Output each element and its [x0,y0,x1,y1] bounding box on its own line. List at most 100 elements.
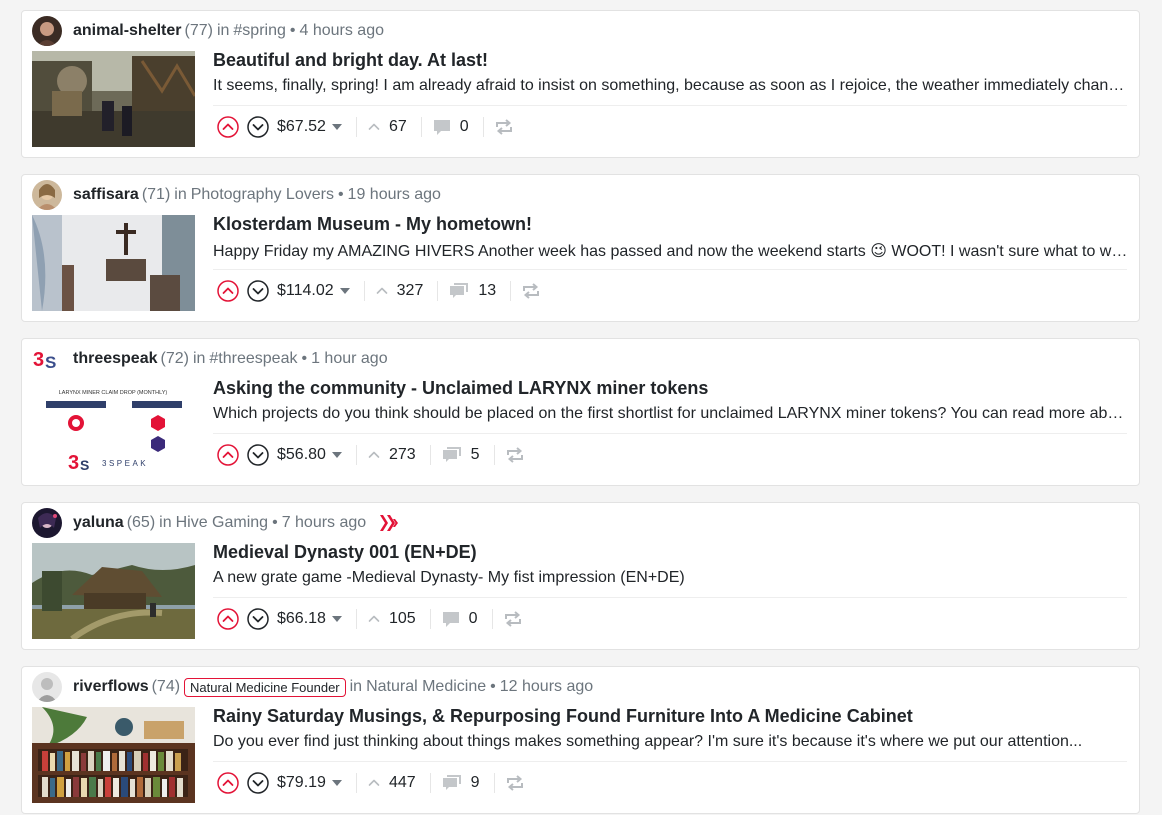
votes-value: 447 [388,774,416,791]
upvote-icon[interactable] [217,772,239,794]
community-link[interactable]: #spring [233,22,285,40]
author-avatar[interactable]: 3S [32,344,62,374]
post-card: yaluna (65) in Hive Gaming • 7 hours ago [21,502,1140,650]
payout-value[interactable]: $114.02 [277,282,350,300]
votes-count[interactable]: 273 [367,446,416,464]
hive-logo-icon [380,515,399,531]
divider [363,281,365,301]
post-card: saffisara (71) in Photography Lovers • 1… [21,174,1140,322]
comments-count[interactable]: 5 [441,445,480,465]
post-age[interactable]: 12 hours ago [500,678,593,696]
downvote-icon[interactable] [247,772,269,794]
payout-value[interactable]: $67.52 [277,118,342,136]
votes-chevron-icon [367,120,381,134]
comments-value: 9 [470,774,480,791]
votes-value: 67 [388,118,407,135]
post-footer: $114.02 327 13 [217,278,541,304]
post-summary[interactable]: It seems, finally, spring! I am already … [213,77,1129,95]
post-title[interactable]: Medieval Dynasty 001 (EN+DE) [213,542,477,563]
comments-count[interactable]: 9 [441,773,480,793]
divider [429,445,431,465]
divider [482,117,484,137]
thumb-brand: 3SPEAK [102,459,148,468]
post-summary[interactable]: Which projects do you think should be pl… [213,405,1129,423]
reblog-icon[interactable] [503,610,523,628]
caret-down-icon [331,124,342,130]
post-summary[interactable]: A new grate game -Medieval Dynasty- My f… [213,569,1129,587]
upvote-icon[interactable] [217,116,239,138]
divider [493,445,495,465]
upvote-icon[interactable] [217,444,239,466]
author-name[interactable]: yaluna [73,514,124,532]
author-name[interactable]: animal-shelter [73,22,181,40]
reblog-icon[interactable] [505,774,525,792]
post-feed: animal-shelter (77) in #spring • 4 hours… [21,10,1140,814]
votes-chevron-icon [367,448,381,462]
post-thumbnail[interactable] [32,51,195,147]
thumb-heading: LARYNX MINER CLAIM DROP (MONTHLY) [59,390,168,396]
payout-amount: $67.52 [277,118,326,135]
divider [429,773,431,793]
reblog-icon[interactable] [521,282,541,300]
divider [213,269,1127,270]
votes-count[interactable]: 105 [367,610,416,628]
author-avatar[interactable] [32,508,62,538]
votes-value: 327 [396,282,424,299]
in-label: in [349,678,363,695]
author-avatar[interactable] [32,16,62,46]
post-card: animal-shelter (77) in #spring • 4 hours… [21,10,1140,158]
post-title[interactable]: Asking the community - Unclaimed LARYNX … [213,378,708,399]
post-age[interactable]: 1 hour ago [311,350,388,368]
in-label: in [174,186,187,203]
author-name[interactable]: riverflows [73,678,149,696]
post-card: riverflows (74) Natural Medicine Founder… [21,666,1140,814]
post-age[interactable]: 19 hours ago [348,186,441,204]
post-age[interactable]: 4 hours ago [299,22,384,40]
post-age[interactable]: 7 hours ago [282,514,367,532]
post-title[interactable]: Klosterdam Museum - My hometown! [213,214,532,235]
community-link[interactable]: Hive Gaming [176,514,268,532]
post-title[interactable]: Rainy Saturday Musings, & Repurposing Fo… [213,706,913,727]
community-link[interactable]: Natural Medicine [366,678,486,696]
post-summary[interactable]: Happy Friday my AMAZING HIVERS Another w… [213,241,1129,261]
payout-value[interactable]: $79.19 [277,774,342,792]
summary-text: Happy Friday my AMAZING HIVERS Another w… [213,243,866,260]
author-avatar[interactable] [32,180,62,210]
separator: • [289,22,296,39]
post-title[interactable]: Beautiful and bright day. At last! [213,50,488,71]
votes-count[interactable]: 327 [375,282,424,300]
votes-count[interactable]: 67 [367,118,407,136]
post-thumbnail[interactable] [32,215,195,311]
in-label: in [159,514,172,531]
divider [213,761,1127,762]
downvote-icon[interactable] [247,444,269,466]
comments-value: 0 [459,118,469,135]
post-header: yaluna (65) in Hive Gaming • 7 hours ago [32,508,400,538]
post-header: riverflows (74) Natural Medicine Founder… [32,672,593,702]
upvote-icon[interactable] [217,280,239,302]
author-avatar[interactable] [32,672,62,702]
downvote-icon[interactable] [247,116,269,138]
payout-value[interactable]: $66.18 [277,610,342,628]
reblog-icon[interactable] [494,118,514,136]
upvote-icon[interactable] [217,608,239,630]
post-thumbnail[interactable] [32,543,195,639]
payout-value[interactable]: $56.80 [277,446,342,464]
community-link[interactable]: Photography Lovers [191,186,334,204]
author-name[interactable]: saffisara [73,186,139,204]
wink-emoji: 😉 [870,243,887,260]
svg-text:S: S [45,353,56,372]
votes-count[interactable]: 447 [367,774,416,792]
downvote-icon[interactable] [247,608,269,630]
post-summary[interactable]: Do you ever find just thinking about thi… [213,733,1129,751]
author-reputation: (74) [151,678,181,695]
comments-count[interactable]: 13 [448,281,496,301]
author-name[interactable]: threespeak [73,350,158,368]
post-thumbnail[interactable]: LARYNX MINER CLAIM DROP (MONTHLY) 3 S 3S… [32,379,195,475]
community-link[interactable]: #threespeak [209,350,297,368]
post-thumbnail[interactable] [32,707,195,803]
comments-count[interactable]: 0 [432,117,469,137]
reblog-icon[interactable] [505,446,525,464]
comments-count[interactable]: 0 [441,609,478,629]
downvote-icon[interactable] [247,280,269,302]
